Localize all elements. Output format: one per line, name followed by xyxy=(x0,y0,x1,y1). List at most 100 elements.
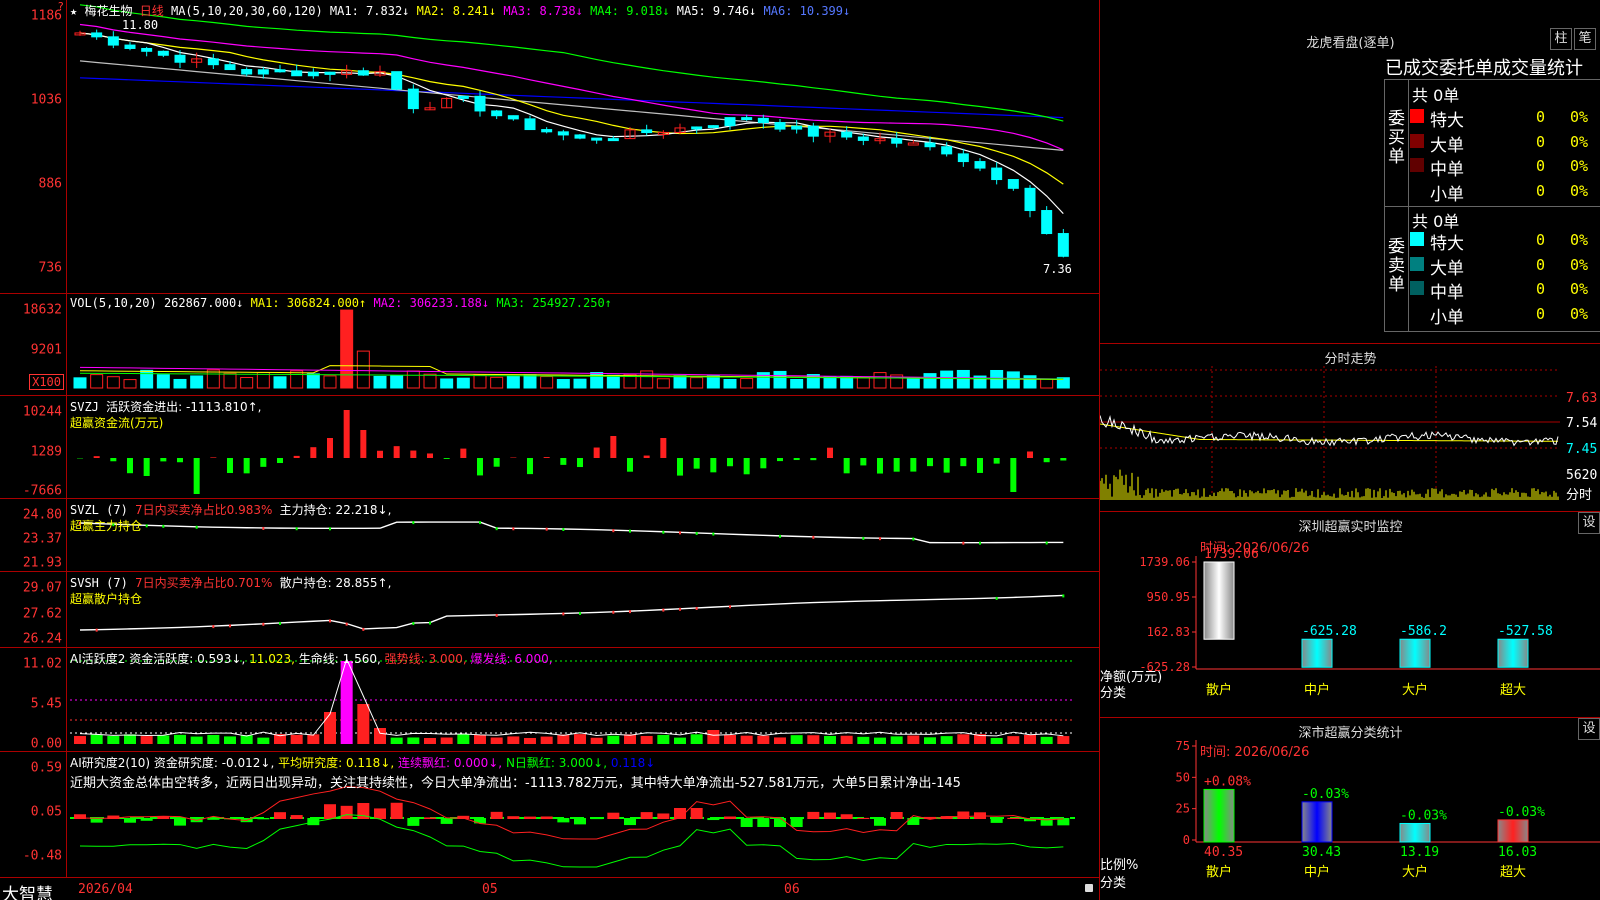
candle-body xyxy=(741,117,753,121)
volume-bar xyxy=(723,378,737,389)
order-qty: 0 xyxy=(1536,108,1546,126)
volume-bar xyxy=(706,375,720,389)
volume-bar xyxy=(823,376,837,389)
intraday-chart[interactable] xyxy=(1100,344,1600,512)
activity-bar xyxy=(757,735,770,744)
volume-bar xyxy=(906,377,920,389)
candle-body xyxy=(274,69,286,73)
volume-bar xyxy=(273,376,287,389)
bar-mode-button[interactable]: 柱 xyxy=(1550,28,1572,50)
activity-bar xyxy=(307,734,320,744)
research-bar xyxy=(507,816,520,819)
price-panel[interactable]: 1186 1036 886 736 ? ★ 梅花生物 日线 MA(5,10,20… xyxy=(0,0,1099,294)
holding-tick xyxy=(912,537,915,541)
fund-flow-bar xyxy=(160,458,167,462)
activity-bar xyxy=(240,735,253,744)
order-qty: 0 xyxy=(1536,280,1546,298)
research-bar xyxy=(824,812,836,819)
sz-monitor-chart: 1739.06 散户 -625.28 中户 -586.2 大户 -527.58 超大 1739.… xyxy=(1139,547,1600,698)
candle-body xyxy=(141,47,153,52)
volume-bar xyxy=(456,377,470,389)
intraday-panel[interactable]: 分时走势 7.63 7.54 7.45 5620 分时 xyxy=(1099,344,1600,512)
order-size-label: 中单 xyxy=(1430,283,1464,303)
activity-bar xyxy=(324,712,336,744)
order-pct: 0% xyxy=(1570,181,1589,200)
intraday-unit: 分时 xyxy=(1566,488,1593,503)
candle-body xyxy=(857,136,869,141)
fund-flow-bar xyxy=(543,457,550,458)
bar-value-label: -0.03% xyxy=(1302,787,1349,802)
research-bar xyxy=(624,818,636,826)
candlestick-chart[interactable] xyxy=(0,0,1099,294)
activity-bar xyxy=(724,734,736,744)
fund-flow-bar xyxy=(760,458,767,469)
ma-label: MA(5,10,20,30,60,120) xyxy=(170,4,323,18)
activity-bar xyxy=(390,737,403,744)
holding-tick xyxy=(295,527,298,531)
category-label: 大户 xyxy=(1402,682,1428,698)
svsh-subtitle: 超赢散户持仓 xyxy=(70,592,143,606)
volume-header: VOL(5,10,20) 262867.000↓ MA1: 306824.000… xyxy=(70,296,612,310)
activity-bar xyxy=(857,736,870,744)
stock-name: 梅花生物 xyxy=(84,4,133,18)
activity-bar xyxy=(557,734,570,744)
activity-bar xyxy=(107,735,120,744)
holding-tick xyxy=(479,521,481,525)
svzj-panel[interactable]: 10244 1289 -7666 SVZJ 活跃资金进出: -1113.810↑… xyxy=(0,396,1099,499)
vol-value: 262867.000↓ xyxy=(163,296,244,310)
svzl-panel[interactable]: 24.80 23.37 21.93 SVZL (7) 7日内买卖净占比0.983… xyxy=(0,499,1099,572)
holding-tick xyxy=(545,527,548,531)
ai-activity-panel[interactable]: 11.02 5.45 0.00 AI活跃度2 资金活跃度: 0.593↓, 11… xyxy=(0,648,1099,752)
holding-tick xyxy=(579,611,581,615)
activity-bar xyxy=(157,735,170,744)
retail-holding-line xyxy=(79,594,1064,631)
activity-bar xyxy=(207,734,220,744)
category-bar xyxy=(1301,801,1333,843)
activity-bar xyxy=(657,734,670,744)
order-pct: 0% xyxy=(1570,157,1589,175)
volume-bar xyxy=(1023,375,1037,389)
brand-label: 大智慧 xyxy=(2,885,53,900)
lock-icon[interactable] xyxy=(1085,884,1093,892)
order-size-label: 大单 xyxy=(1430,258,1464,279)
fund-flow-bar xyxy=(460,448,467,458)
fund-flow-bar xyxy=(593,447,600,458)
candle-body xyxy=(1007,179,1019,189)
ma1-value: MA1: 7.832↓ xyxy=(329,4,410,18)
volume-bar xyxy=(390,375,404,389)
activity-bar xyxy=(890,736,903,744)
sz-monitor-xlabel: 分类 xyxy=(1100,686,1127,701)
svsh-header: SVSH (7) 7日内买卖净占比0.701% 散户持仓: 28.855↑, xyxy=(70,574,391,591)
intraday-tick: 7.45 xyxy=(1566,442,1598,457)
period-label[interactable]: 日线 xyxy=(140,4,164,18)
dragon-subtitle: 已成交委托单成交量统计 xyxy=(1385,58,1583,79)
ai-research-panel[interactable]: 0.59 0.05 -0.48 AI研究度2(10) 资金研究度: -0.012… xyxy=(0,752,1099,878)
volume-bar xyxy=(373,375,387,389)
order-size-label: 中单 xyxy=(1430,160,1464,180)
activity-bar xyxy=(607,735,620,744)
fund-flow-bar xyxy=(310,447,317,458)
vol-ma1: MA1: 306824.000↑ xyxy=(250,296,367,310)
candle-body xyxy=(507,115,519,120)
order-qty: 0 xyxy=(1536,231,1546,249)
fund-flow-bar xyxy=(943,458,950,473)
research-bar xyxy=(557,818,570,823)
holding-tick xyxy=(629,529,631,533)
favorite-icon[interactable]: ★ xyxy=(70,4,77,18)
activity-bar xyxy=(257,737,270,744)
fund-flow-bar xyxy=(410,450,417,458)
holding-tick xyxy=(412,521,415,525)
candle-body xyxy=(907,142,919,146)
svzl-subtitle: 超赢主力持仓 xyxy=(70,519,143,533)
research-label: AI研究度2(10) xyxy=(70,756,151,770)
activity-bar xyxy=(590,737,603,744)
svsh-panel[interactable]: 29.07 27.62 26.24 SVSH (7) 7日内买卖净占比0.701… xyxy=(0,572,1099,648)
svzl-label: SVZL (7) xyxy=(70,503,128,517)
fund-flow-bar xyxy=(210,457,217,458)
tick-mode-button[interactable]: 笔 xyxy=(1574,28,1596,50)
activity-bar xyxy=(874,737,886,744)
volume-panel[interactable]: 18632 9201 X100 VOL(5,10,20) 262867.000↓… xyxy=(0,294,1099,396)
activity-bar xyxy=(574,734,586,744)
research-bar xyxy=(790,818,803,827)
fund-flow-bar xyxy=(493,458,500,467)
